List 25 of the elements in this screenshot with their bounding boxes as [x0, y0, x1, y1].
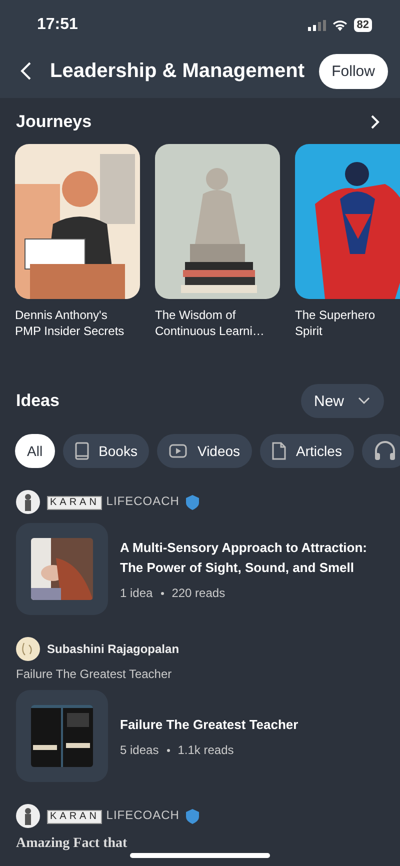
author-name[interactable]: KARAN LIFECOACH — [47, 808, 180, 824]
author-name[interactable]: KARAN LIFECOACH — [47, 494, 180, 510]
journey-title[interactable]: Dennis Anthony's PMP Insider Secrets — [15, 307, 127, 339]
post-subtitle: Failure The Greatest Teacher — [16, 667, 173, 681]
filter-chip[interactable]: All — [15, 434, 55, 468]
section-title: Ideas — [16, 391, 60, 411]
journey-title[interactable]: The Superhero Spirit — [295, 307, 395, 339]
idea-title[interactable]: A Multi-Sensory Approach to Attraction: The Power of Sight, Sound, and Smell — [120, 538, 384, 578]
battery-level: 82 — [354, 18, 372, 32]
section-title: Journeys — [16, 112, 92, 132]
author-name[interactable]: Subashini Rajagopalan — [47, 642, 180, 656]
idea-count: 1 idea — [120, 586, 153, 600]
filter-chip[interactable]: Articles — [260, 434, 354, 468]
read-count: 220 reads — [172, 586, 226, 600]
filter-chip[interactable]: Videos — [157, 434, 252, 468]
idea-count: 5 ideas — [120, 743, 159, 757]
page-title: Leadership & Management — [50, 60, 306, 82]
journey-title[interactable]: The Wisdom of Continuous Learni… — [155, 307, 267, 339]
post-teaser: Amazing Fact that — [16, 836, 128, 852]
status-time: 17:51 — [37, 16, 78, 34]
idea-title[interactable]: Failure The Greatest Teacher — [120, 715, 298, 735]
filter-chip[interactable]: Books — [62, 434, 150, 468]
follow-button[interactable]: Follow — [318, 54, 388, 88]
sort-dropdown[interactable]: New — [300, 384, 384, 418]
read-count: 1.1k reads — [178, 743, 234, 757]
